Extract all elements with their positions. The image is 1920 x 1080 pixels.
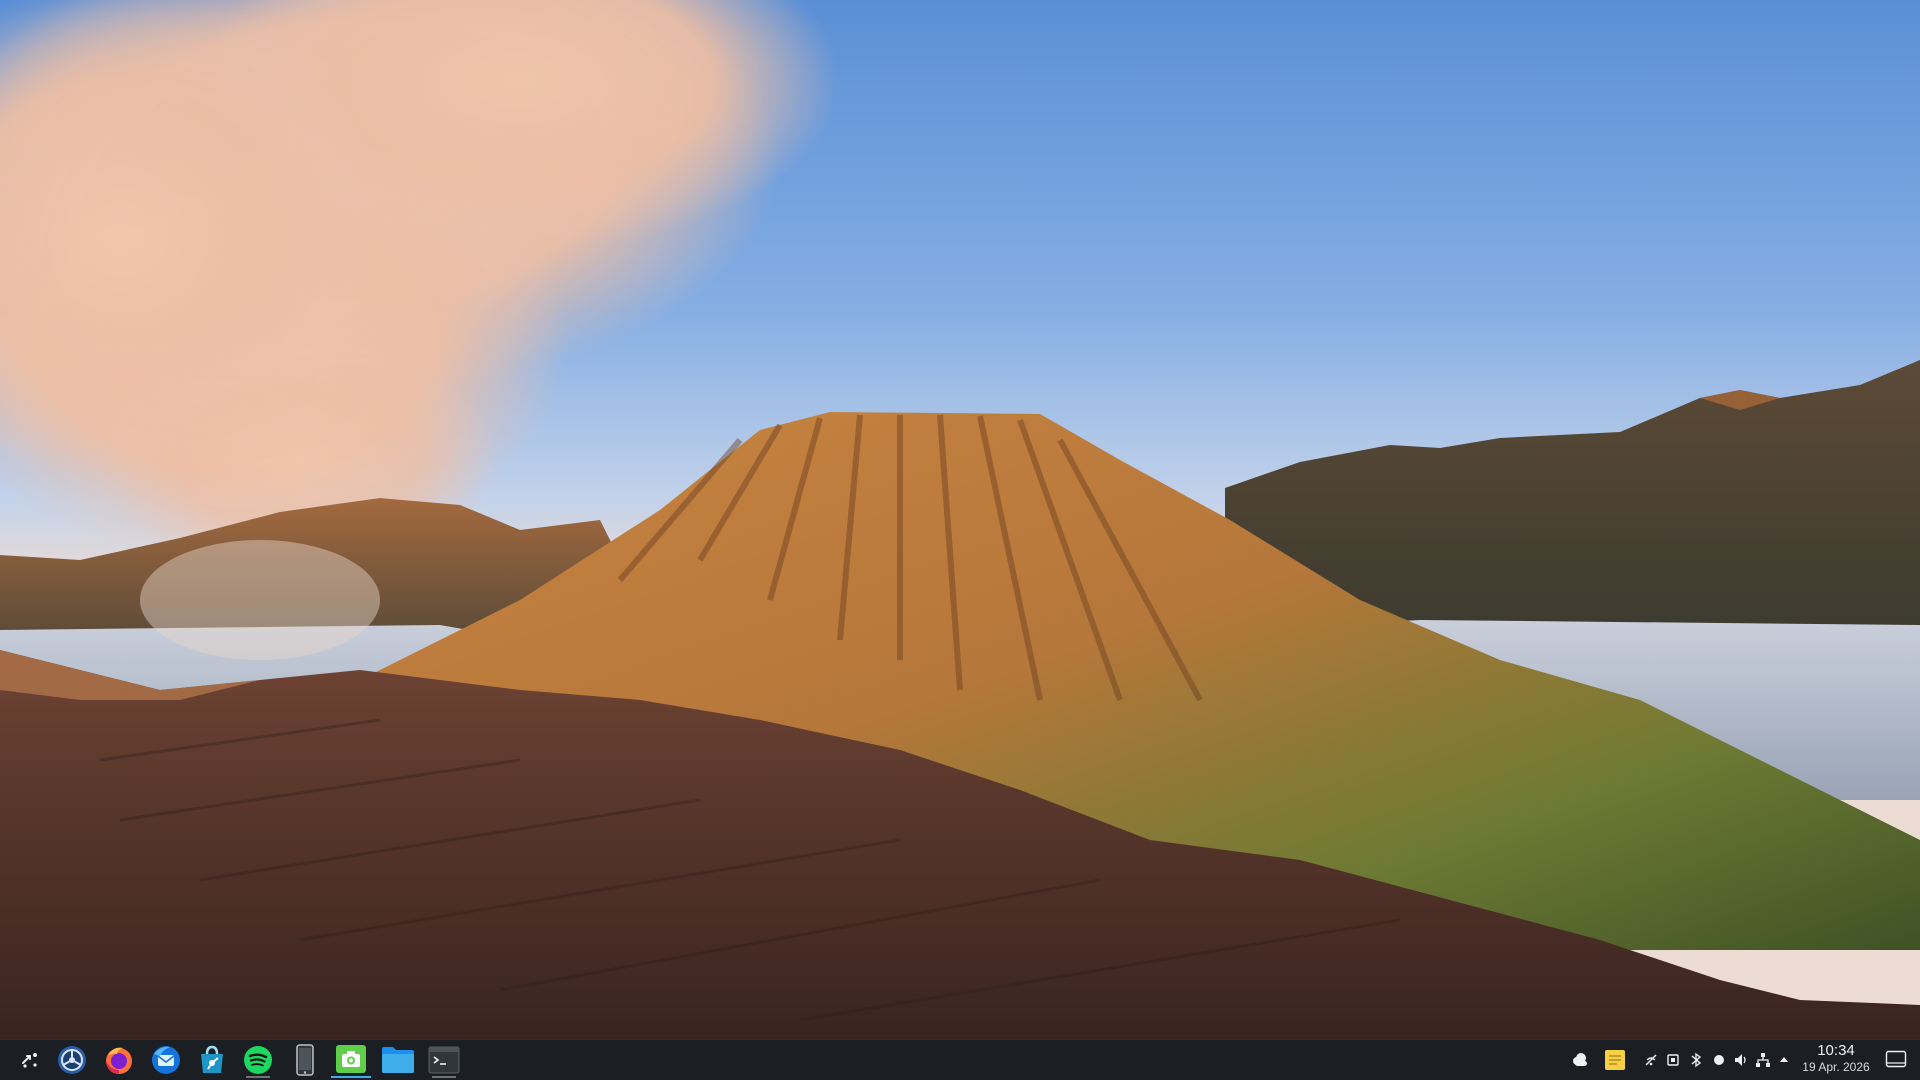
bluetooth-tray-button[interactable] — [1686, 1050, 1706, 1070]
weather-cloud-icon — [1573, 1053, 1587, 1066]
network-icon — [1756, 1053, 1770, 1067]
weather-tray-button[interactable] — [1570, 1050, 1590, 1070]
dolphin-launcher[interactable] — [378, 1042, 418, 1078]
terminal-icon — [428, 1046, 460, 1074]
volcano-landscape-image — [0, 0, 1920, 1039]
discover-store-icon — [201, 1045, 223, 1073]
spotify-icon — [244, 1046, 272, 1074]
kdeconnect-launcher[interactable] — [285, 1042, 325, 1078]
thunderbird-icon — [152, 1046, 180, 1074]
clock-date: 19 Apr. 2026 — [1802, 1060, 1870, 1074]
devices-tray-button[interactable] — [1663, 1050, 1683, 1070]
show-desktop-icon — [1885, 1050, 1907, 1068]
taskbar: 10:34 19 Apr. 2026 — [0, 1039, 1920, 1080]
notes-tray-button[interactable] — [1603, 1048, 1627, 1072]
network-disabled-tray-button[interactable] — [1641, 1050, 1661, 1070]
camera-icon — [336, 1045, 366, 1073]
system-settings-icon — [58, 1046, 86, 1074]
firefox-icon — [106, 1047, 132, 1074]
firefox-launcher[interactable] — [99, 1042, 139, 1078]
folder-icon — [382, 1047, 414, 1073]
chevron-up-icon — [1780, 1057, 1788, 1062]
desktop-wallpaper — [0, 0, 1920, 1039]
expand-tray-button[interactable] — [1774, 1050, 1794, 1070]
sticky-note-icon — [1605, 1050, 1625, 1070]
digital-clock[interactable]: 10:34 19 Apr. 2026 — [1794, 1043, 1878, 1075]
speaker-icon — [1735, 1054, 1746, 1066]
discover-launcher[interactable] — [192, 1042, 232, 1078]
night-color-tray-button[interactable] — [1709, 1050, 1729, 1070]
kde-launcher-icon — [22, 1053, 37, 1068]
thunderbird-launcher[interactable] — [146, 1042, 186, 1078]
network-off-icon — [1645, 1054, 1657, 1066]
konsole-launcher[interactable] — [424, 1042, 464, 1078]
spectacle-launcher[interactable] — [331, 1042, 371, 1078]
device-icon — [1667, 1054, 1679, 1066]
volume-tray-button[interactable] — [1731, 1050, 1751, 1070]
spotify-launcher[interactable] — [238, 1042, 278, 1078]
bluetooth-icon — [1691, 1052, 1702, 1068]
phone-icon — [296, 1044, 314, 1076]
network-tray-button[interactable] — [1753, 1050, 1773, 1070]
brightness-icon — [1714, 1055, 1724, 1065]
clock-time: 10:34 — [1817, 1042, 1855, 1059]
system-settings-launcher[interactable] — [52, 1042, 92, 1078]
application-launcher-button[interactable] — [10, 1042, 50, 1078]
show-desktop-button[interactable] — [1884, 1048, 1908, 1072]
